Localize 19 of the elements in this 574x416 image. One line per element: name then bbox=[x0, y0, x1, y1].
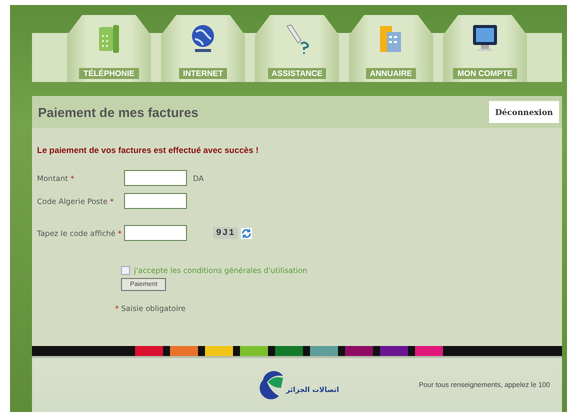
logout-button[interactable]: Déconnexion bbox=[489, 101, 559, 123]
nav-tab[interactable]: MON COMPTE bbox=[453, 68, 517, 79]
input-field[interactable] bbox=[124, 170, 187, 186]
nav-tab[interactable]: TÉLÉPHONIE bbox=[79, 68, 139, 79]
monitor-icon bbox=[472, 24, 498, 54]
success-message: Le paiement de vos factures est effectué avec succès ! bbox=[37, 145, 260, 155]
directory-icon bbox=[379, 24, 403, 54]
page-title: Paiement de mes factures bbox=[38, 104, 198, 120]
refresh-icon[interactable] bbox=[241, 228, 252, 238]
nav-tab[interactable]: INTERNET bbox=[179, 68, 227, 79]
nav-tab[interactable]: ANNUAIRE bbox=[366, 68, 416, 79]
captcha-image: 9J1 bbox=[213, 227, 238, 239]
globe-icon bbox=[191, 24, 215, 54]
input-field[interactable] bbox=[124, 225, 187, 241]
phone-icon bbox=[98, 25, 120, 53]
nav-tab[interactable]: ASSISTANCE bbox=[268, 68, 326, 79]
checkbox[interactable] bbox=[121, 266, 130, 275]
logo-icon bbox=[259, 370, 285, 400]
input-field[interactable] bbox=[124, 193, 187, 209]
